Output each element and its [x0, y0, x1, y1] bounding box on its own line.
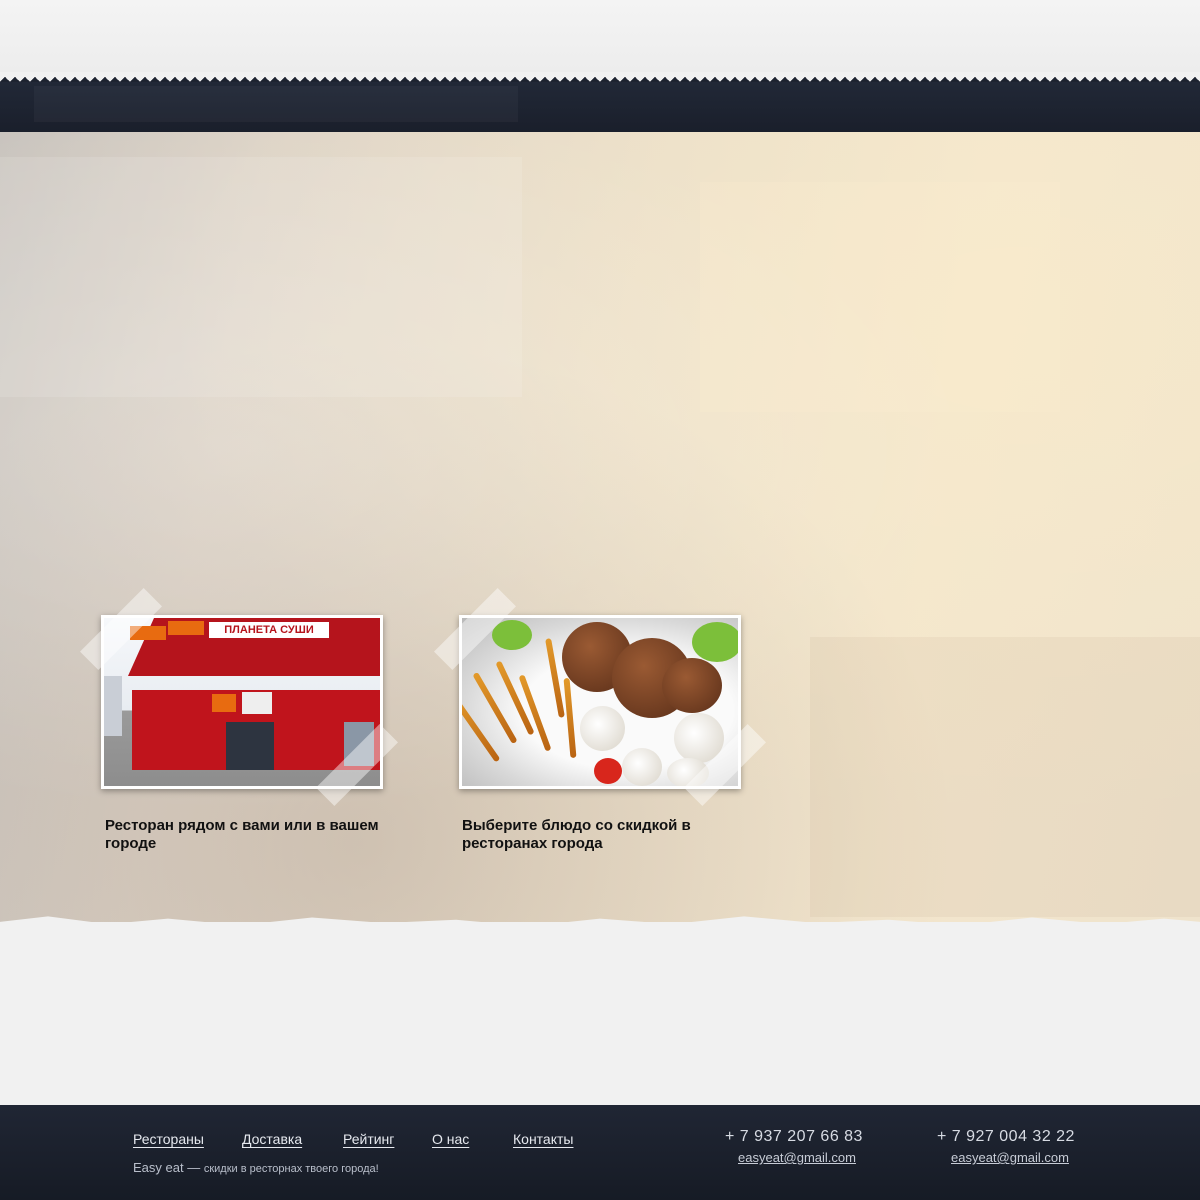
photo-lettuce	[692, 622, 738, 662]
dish-card[interactable]	[459, 615, 741, 789]
email-link[interactable]: easyeat@gmail.com	[951, 1150, 1069, 1165]
photo-mushroom	[580, 706, 625, 751]
photo-door	[226, 722, 274, 770]
email-link[interactable]: easyeat@gmail.com	[738, 1150, 856, 1165]
tagline-dash: —	[183, 1160, 204, 1175]
photo-logo	[168, 621, 204, 635]
dish-photo	[462, 618, 738, 786]
top-bar	[0, 78, 1200, 132]
footer-link-restaurants[interactable]: Рестораны	[133, 1131, 204, 1147]
footer-tagline: Easy eat — скидки в ресторнах твоего гор…	[133, 1160, 379, 1175]
footer-link-contacts[interactable]: Контакты	[513, 1131, 573, 1147]
photo-fry	[563, 677, 577, 759]
photo-logo	[242, 692, 272, 714]
footer-link-rating[interactable]: Рейтинг	[343, 1131, 394, 1147]
photo-logo	[212, 694, 236, 712]
zigzag-edge	[0, 72, 1200, 82]
photo-cutlet	[662, 658, 722, 713]
photo-tomato	[594, 758, 622, 784]
footer: Рестораны Доставка Рейтинг О нас Контакт…	[0, 1105, 1200, 1200]
footer-link-delivery[interactable]: Доставка	[242, 1131, 302, 1147]
photo-building	[104, 676, 122, 736]
restaurant-card-caption[interactable]: Ресторан рядом с вами или в вашем городе	[105, 817, 395, 853]
brand-name: Easy eat	[133, 1160, 184, 1175]
photo-lettuce	[492, 620, 532, 650]
top-bar-panel	[34, 86, 518, 122]
dish-card-caption[interactable]: Выберите блюдо со скидкой в ресторанах г…	[462, 817, 692, 853]
photo-sign: ПЛАНЕТА СУШИ	[209, 622, 329, 638]
hero-blur-block	[0, 157, 522, 397]
lower-paper-area	[0, 930, 1200, 1105]
phone-number: + 7 937 207 66 83	[725, 1128, 863, 1145]
photo-mushroom	[622, 748, 662, 786]
footer-link-about[interactable]: О нас	[432, 1131, 469, 1147]
hero-blur-block	[810, 637, 1200, 917]
restaurant-photo: ПЛАНЕТА СУШИ	[104, 618, 380, 786]
paper-top-strip	[0, 0, 1200, 80]
hero-blur-block	[700, 182, 1060, 412]
hero-area	[0, 132, 1200, 922]
tagline-text: скидки в ресторнах твоего города!	[203, 1163, 379, 1175]
phone-number: + 7 927 004 32 22	[937, 1128, 1075, 1145]
